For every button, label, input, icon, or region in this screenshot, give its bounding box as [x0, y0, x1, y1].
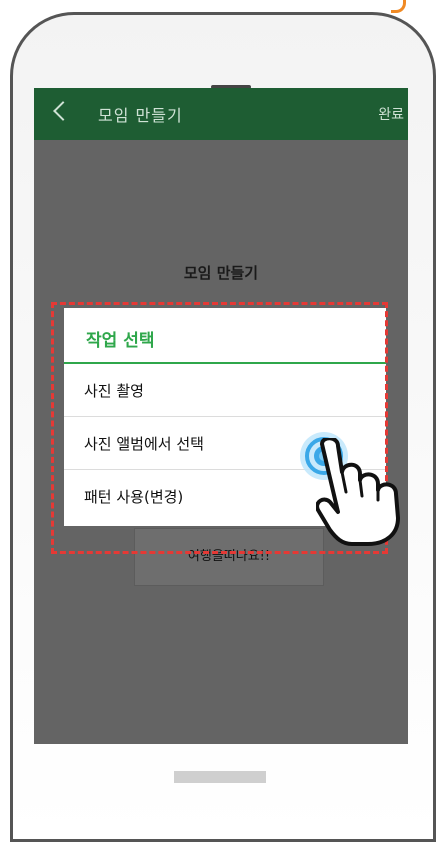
hand-pointer-icon	[316, 438, 400, 546]
app-bar: 모임 만들기 완료	[34, 88, 408, 140]
done-button[interactable]: 완료	[378, 104, 404, 124]
corner-accent	[391, 0, 406, 13]
background-title: 모임 만들기	[183, 264, 259, 282]
chevron-left-icon[interactable]	[53, 101, 73, 121]
app-bar-title: 모임 만들기	[98, 106, 183, 125]
home-button[interactable]	[174, 771, 266, 783]
